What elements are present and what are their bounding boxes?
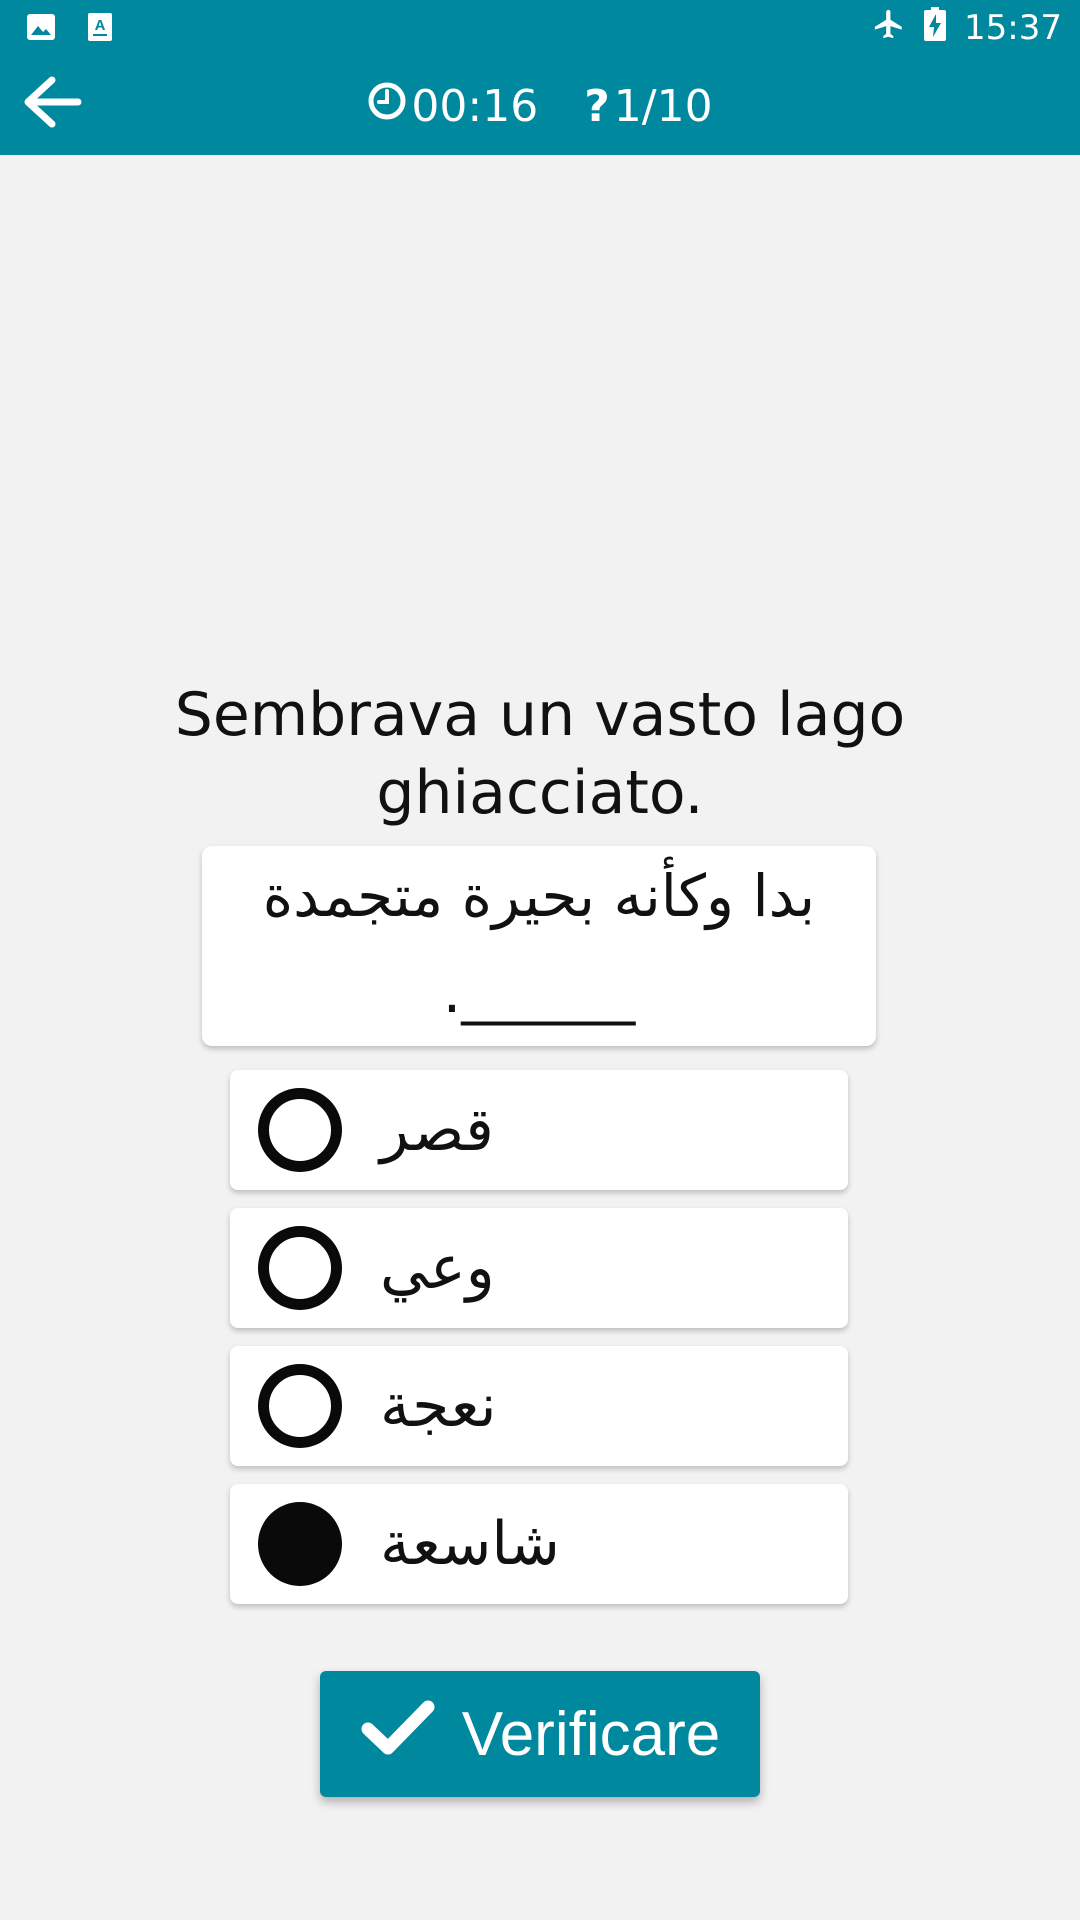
app-bar: A 15:37 00:16 ? 1/10: [0, 0, 1080, 155]
radio-button[interactable]: [258, 1364, 342, 1448]
option-1[interactable]: قصر: [230, 1070, 848, 1190]
radio-button[interactable]: [258, 1088, 342, 1172]
option-4[interactable]: شاسعة: [230, 1484, 848, 1604]
question-progress: ? 1/10: [584, 81, 712, 132]
status-bar: A 15:37: [0, 0, 1080, 56]
question-text: Sembrava un vasto lago ghiacciato.: [174, 680, 906, 828]
option-label: وعي: [380, 1233, 495, 1303]
option-3[interactable]: نعجة: [230, 1346, 848, 1466]
option-2[interactable]: وعي: [230, 1208, 848, 1328]
progress-value: 1/10: [613, 80, 713, 132]
svg-text:A: A: [95, 17, 106, 34]
timer-value: 00:16: [411, 80, 539, 132]
radio-button-selected[interactable]: [258, 1502, 342, 1586]
verify-label: Verificare: [461, 1699, 721, 1769]
option-label: نعجة: [380, 1371, 497, 1441]
airplane-icon: [872, 7, 906, 50]
answer-options: قصر وعي نعجة شاسعة: [230, 1070, 848, 1622]
sentence-card: بدا وكأنه بحيرة متجمدة ______.: [202, 846, 876, 1046]
font-icon: A: [86, 12, 114, 46]
battery-charging-icon: [924, 6, 947, 50]
option-label: شاسعة: [380, 1509, 560, 1579]
image-icon: [26, 12, 56, 46]
sentence-text: بدا وكأنه بحيرة متجمدة ______.: [262, 862, 816, 1026]
status-time: 15:37: [964, 8, 1062, 48]
clock-icon: [367, 81, 407, 132]
option-label: قصر: [380, 1095, 494, 1165]
timer: 00:16: [367, 81, 538, 132]
question-mark-icon: ?: [584, 80, 610, 132]
quiz-header-info: 00:16 ? 1/10: [0, 72, 1080, 140]
check-icon: [360, 1697, 436, 1772]
verify-button[interactable]: Verificare: [320, 1671, 760, 1797]
radio-button[interactable]: [258, 1226, 342, 1310]
